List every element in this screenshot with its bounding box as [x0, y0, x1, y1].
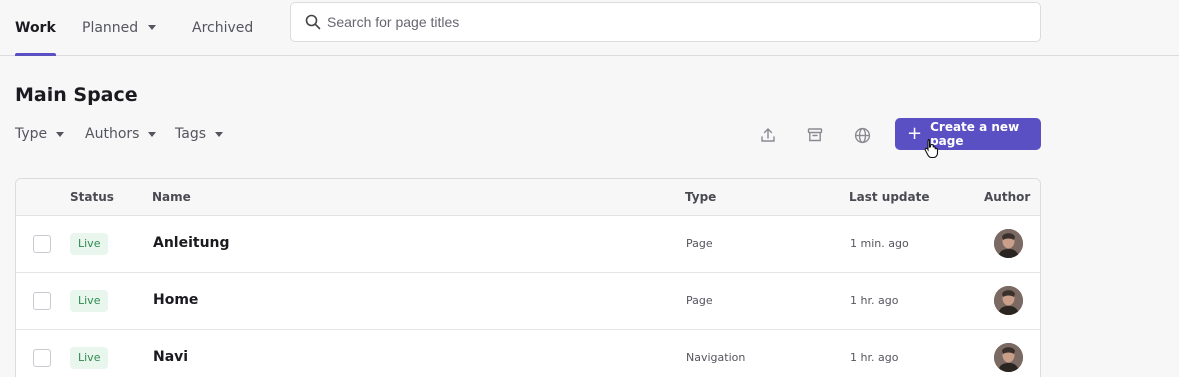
- avatar[interactable]: [994, 343, 1023, 372]
- hand-cursor-icon: [924, 138, 939, 158]
- pages-table: Status Name Type Last update Author Live…: [15, 178, 1041, 377]
- row-checkbox[interactable]: [33, 235, 51, 253]
- filter-type-label: Type: [15, 126, 48, 142]
- globe-button[interactable]: [851, 124, 873, 146]
- chevron-down-icon: [215, 131, 223, 137]
- filter-authors[interactable]: Authors: [85, 124, 157, 144]
- top-nav-bar: Work Planned Archived: [0, 0, 1179, 56]
- page-title: Main Space: [15, 84, 138, 106]
- column-header-type[interactable]: Type: [685, 190, 716, 204]
- table-row[interactable]: Live Anleitung Page 1 min. ago: [16, 216, 1040, 273]
- tab-archived[interactable]: Archived: [192, 0, 253, 55]
- page-name[interactable]: Anleitung: [153, 235, 230, 251]
- filter-type[interactable]: Type: [15, 124, 65, 144]
- status-badge: Live: [70, 290, 109, 312]
- search-box: [290, 2, 1041, 42]
- tab-archived-label: Archived: [192, 19, 254, 36]
- plus-icon: +: [907, 123, 923, 144]
- upload-icon: [761, 128, 775, 142]
- table-header: Status Name Type Last update Author: [16, 179, 1040, 216]
- row-checkbox[interactable]: [33, 349, 51, 367]
- page-last-update: 1 hr. ago: [850, 351, 899, 364]
- tab-work-label: Work: [15, 19, 56, 36]
- avatar[interactable]: [994, 229, 1023, 258]
- page-last-update: 1 min. ago: [850, 237, 909, 250]
- filter-tags[interactable]: Tags: [175, 124, 223, 144]
- status-badge: Live: [70, 233, 109, 255]
- avatar[interactable]: [994, 286, 1023, 315]
- upload-button[interactable]: [757, 124, 779, 146]
- archive-icon: [807, 128, 823, 142]
- page-name[interactable]: Navi: [153, 349, 188, 365]
- table-row[interactable]: Live Navi Navigation 1 hr. ago: [16, 330, 1040, 377]
- chevron-down-icon: [56, 131, 65, 137]
- globe-icon: [854, 127, 870, 143]
- tab-work[interactable]: Work: [15, 0, 56, 56]
- tab-planned-label: Planned: [82, 19, 139, 36]
- chevron-down-icon: [148, 131, 157, 137]
- search-input[interactable]: [327, 14, 1007, 30]
- search-icon: [305, 14, 321, 30]
- filter-authors-label: Authors: [85, 126, 140, 142]
- filter-tags-label: Tags: [175, 126, 206, 142]
- archive-button[interactable]: [804, 124, 826, 146]
- page-type: Page: [686, 237, 713, 250]
- page-name[interactable]: Home: [153, 292, 198, 308]
- column-header-name[interactable]: Name: [152, 190, 191, 204]
- chevron-down-icon: [148, 25, 157, 30]
- create-page-button[interactable]: + Create a new page: [895, 118, 1041, 150]
- tab-planned[interactable]: Planned: [82, 0, 157, 55]
- page-type: Navigation: [686, 351, 746, 364]
- row-checkbox[interactable]: [33, 292, 51, 310]
- table-row[interactable]: Live Home Page 1 hr. ago: [16, 273, 1040, 330]
- column-header-status[interactable]: Status: [70, 190, 114, 204]
- column-header-last-update[interactable]: Last update: [849, 190, 930, 204]
- page-type: Page: [686, 294, 713, 307]
- create-page-label: Create a new page: [930, 120, 1020, 148]
- page-last-update: 1 hr. ago: [850, 294, 899, 307]
- column-header-author[interactable]: Author: [984, 190, 1030, 204]
- status-badge: Live: [70, 347, 109, 369]
